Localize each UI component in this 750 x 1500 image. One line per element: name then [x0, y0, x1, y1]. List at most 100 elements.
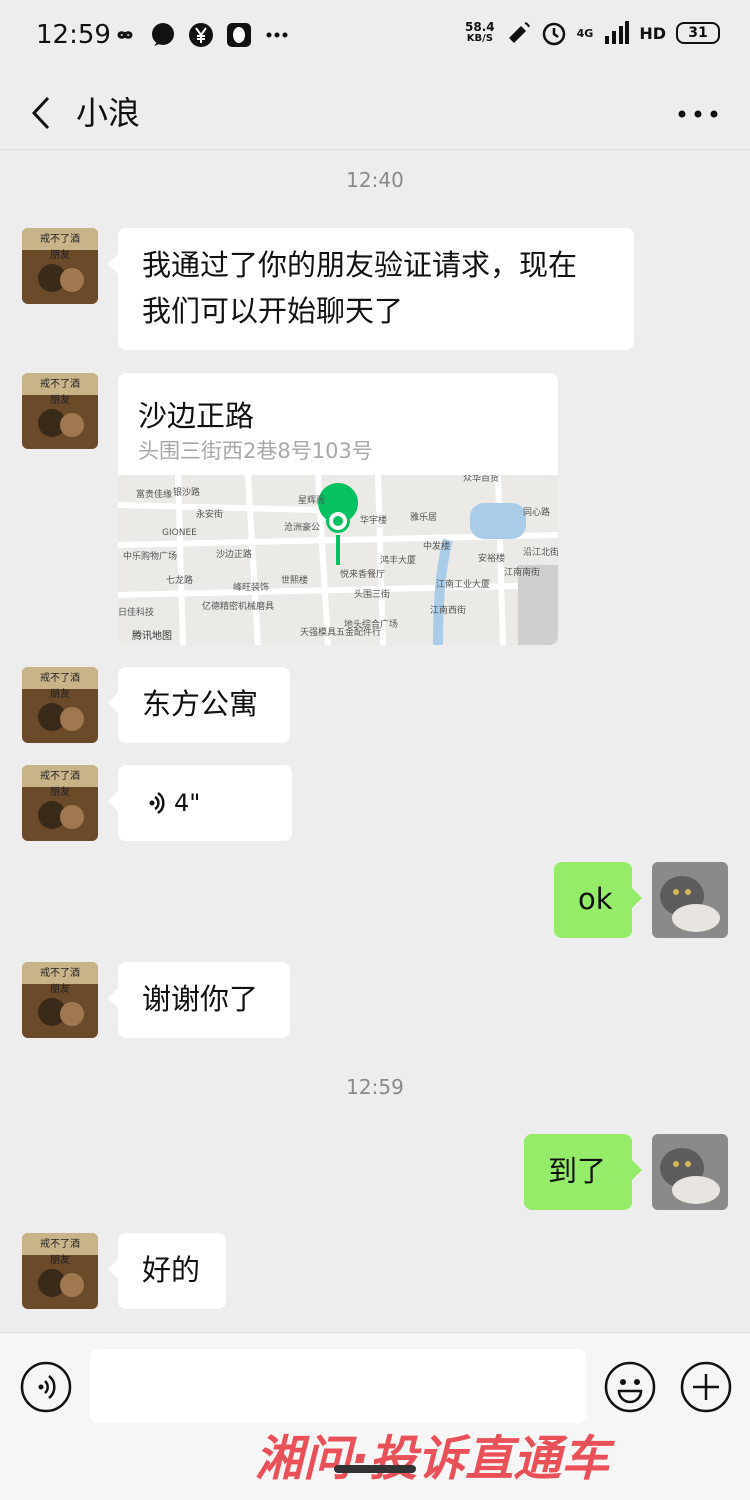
avatar-self[interactable]	[652, 1134, 728, 1210]
message-text: 谢谢你了	[142, 982, 259, 1016]
map-label: 安裕楼	[478, 552, 505, 564]
svg-text:朋友: 朋友	[50, 1253, 70, 1266]
svg-text:戒不了酒: 戒不了酒	[40, 378, 80, 390]
map-label: 七龙路	[166, 574, 193, 586]
map-label: 江南工业大厦	[436, 578, 490, 590]
svg-text:戒不了酒: 戒不了酒	[40, 672, 80, 684]
voice-mode-icon[interactable]	[20, 1361, 72, 1413]
map-label: 峰旺装饰	[233, 581, 269, 593]
notification-icons	[112, 22, 290, 48]
map-label: 雅乐居	[410, 511, 437, 523]
voice-wave-icon	[149, 791, 165, 815]
map-label: 银沙路	[173, 486, 200, 498]
infinity-icon	[117, 31, 133, 39]
map-label: GIONEE	[162, 528, 197, 538]
battery-icon: 31	[676, 22, 720, 44]
location-address: 头围三街西2巷8号103号	[138, 439, 373, 463]
signal-icon	[605, 21, 630, 44]
svg-text:朋友: 朋友	[50, 393, 70, 406]
map-label: 江南南街	[504, 566, 540, 578]
map-label: 世熙楼	[281, 574, 308, 586]
map-label: 地头综合广场	[344, 618, 398, 630]
map-provider-label: 腾讯地图	[132, 629, 172, 642]
map-label: 永安街	[196, 508, 223, 520]
message-bubble-received[interactable]: 谢谢你了	[108, 962, 290, 1038]
avatar[interactable]: 戒不了酒 朋友	[22, 962, 98, 1038]
plus-icon[interactable]	[680, 1361, 732, 1413]
chat-header: 小浪	[0, 76, 750, 150]
svg-text:朋友: 朋友	[50, 982, 70, 995]
more-notifications-icon	[266, 32, 288, 38]
svg-text:戒不了酒: 戒不了酒	[40, 233, 80, 245]
avatar[interactable]: 戒不了酒 朋友	[22, 373, 98, 449]
map-label: 沧洲豪公	[284, 521, 320, 533]
svg-text:朋友: 朋友	[50, 687, 70, 700]
message-timestamp: 12:40	[346, 168, 404, 192]
more-dots-icon[interactable]	[676, 86, 720, 140]
chat-input-bar: 湘问·投诉直通车	[0, 1332, 750, 1500]
map-label: 沿江北街	[523, 546, 558, 558]
message-text: 到了	[548, 1154, 607, 1188]
map-label: 中乐购物广场	[123, 550, 177, 562]
svg-text:朋友: 朋友	[50, 248, 70, 261]
yen-icon	[189, 23, 213, 47]
message-bubble-received[interactable]: 我通过了你的朋友验证请求，现在 我们可以开始聊天了	[108, 228, 634, 350]
message-text: 好的	[142, 1253, 201, 1287]
network-speed-unit: KB/S	[466, 33, 493, 44]
message-text: ok	[578, 882, 613, 916]
svg-text:朋友: 朋友	[50, 785, 70, 798]
voice-message-bubble[interactable]: 4"	[108, 765, 292, 841]
message-timestamp: 12:59	[346, 1075, 404, 1099]
avatar[interactable]: 戒不了酒 朋友	[22, 667, 98, 743]
map-label: 众华百货	[463, 475, 499, 484]
avatar-self[interactable]	[652, 862, 728, 938]
map-label: 同心路	[523, 506, 550, 518]
voice-duration: 4"	[174, 789, 201, 817]
message-bubble-sent[interactable]: 到了	[524, 1134, 642, 1210]
message-bubble-received[interactable]: 好的	[108, 1233, 226, 1309]
message-text-line: 我们可以开始聊天了	[142, 294, 404, 328]
status-bar: 12:59 58.4 KB/S 4G HD 31	[0, 0, 750, 76]
map-label: 富贵佳缘	[136, 488, 172, 500]
message-input[interactable]	[90, 1349, 586, 1423]
watermark-text: 湘问·投诉直通车	[255, 1431, 615, 1485]
map-label: 沙边正路	[216, 548, 252, 560]
map-label: 亿德精密机械磨具	[202, 600, 274, 612]
message-bubble-sent[interactable]: ok	[554, 862, 642, 938]
penguin-icon	[227, 23, 251, 47]
location-card[interactable]: 沙边正路 头围三街西2巷8号103号 众华百货 银沙路 永安街 富贵佳缘 星辉阁…	[118, 373, 558, 645]
chat-title: 小浪	[76, 94, 141, 132]
message-text-line: 我通过了你的朋友验证请求，现在	[142, 248, 578, 282]
network-speed: 58.4 KB/S	[465, 21, 495, 45]
avatar[interactable]: 戒不了酒 朋友	[22, 228, 98, 304]
map-label: 中发楼	[423, 540, 450, 552]
mute-icon	[508, 22, 530, 43]
map-label: 悦来香餐厅	[340, 568, 385, 580]
network-speed-value: 58.4	[465, 20, 495, 34]
emoji-icon[interactable]	[604, 1361, 656, 1413]
map-label: 日佳科技	[118, 606, 154, 618]
watermark-logo: 湘问·投诉直通车	[255, 1425, 745, 1487]
map-label: 星辉阁	[298, 494, 325, 506]
alarm-icon	[542, 22, 565, 46]
svg-text:戒不了酒: 戒不了酒	[40, 967, 80, 979]
map-label: 头围三街	[354, 588, 390, 600]
chevron-left-icon[interactable]	[22, 86, 62, 140]
svg-text:戒不了酒: 戒不了酒	[40, 770, 80, 782]
svg-text:戒不了酒: 戒不了酒	[40, 1238, 80, 1250]
network-type: 4G	[576, 26, 594, 40]
map-label: 江南西街	[430, 604, 466, 616]
status-time: 12:59	[36, 20, 111, 50]
avatar[interactable]: 戒不了酒 朋友	[22, 1233, 98, 1309]
message-bubble-received[interactable]: 东方公寓	[108, 667, 290, 743]
home-indicator[interactable]	[334, 1465, 416, 1473]
map-label: 鸿丰大厦	[380, 554, 416, 566]
system-icons: 58.4 KB/S 4G HD 31	[465, 20, 720, 46]
message-text: 东方公寓	[142, 687, 259, 721]
chat-bubble-icon	[152, 23, 174, 46]
hd-badge: HD	[639, 23, 666, 43]
location-name: 沙边正路	[138, 399, 255, 433]
location-map: 众华百货 银沙路 永安街 富贵佳缘 星辉阁 华宇楼 雅乐居 同心路 GIONEE…	[118, 475, 558, 645]
map-label: 华宇楼	[360, 514, 387, 526]
avatar[interactable]: 戒不了酒 朋友	[22, 765, 98, 841]
